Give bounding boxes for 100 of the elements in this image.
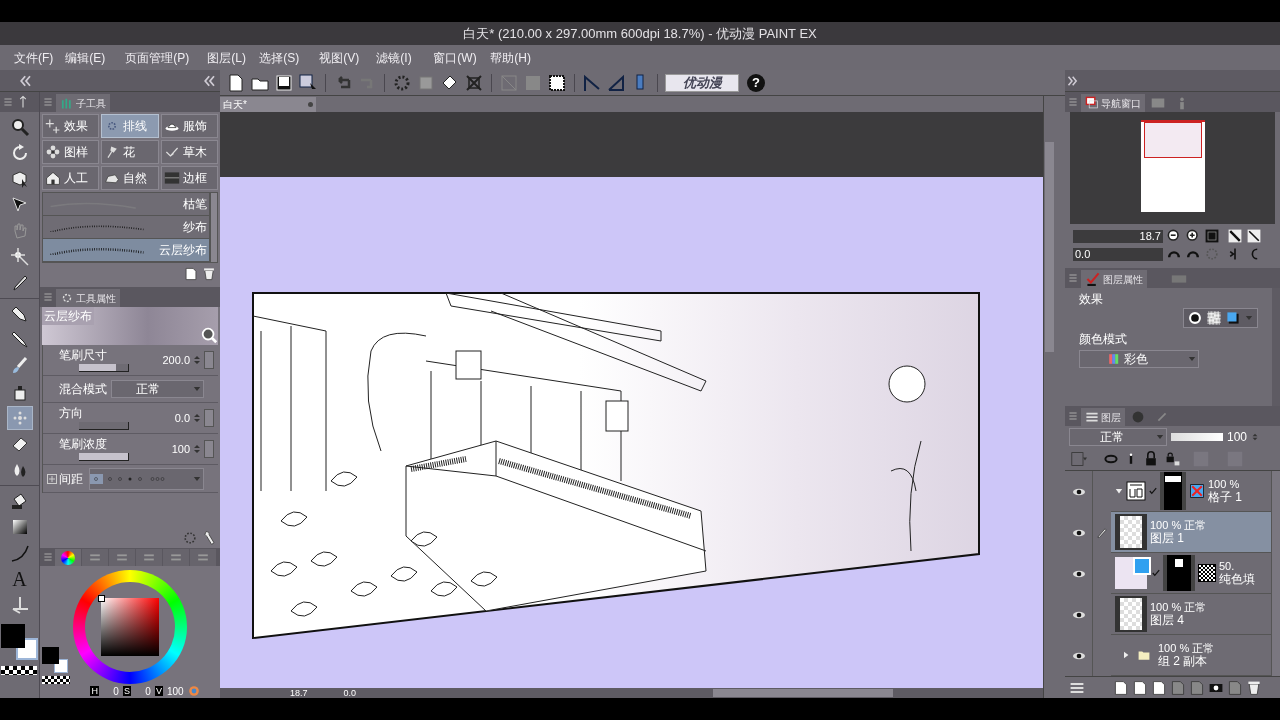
- collapse-arrow-icon[interactable]: [1115, 487, 1123, 495]
- slider[interactable]: [79, 422, 129, 430]
- lock-toggle[interactable]: [204, 351, 214, 369]
- color-ball-icon[interactable]: [187, 685, 200, 697]
- menu-item[interactable]: 编辑(E): [59, 48, 120, 67]
- eye-icon[interactable]: [1071, 651, 1086, 660]
- category-button[interactable]: 服饰: [160, 114, 218, 138]
- layer-color-icon[interactable]: [1069, 451, 1089, 467]
- category-button[interactable]: 边框: [160, 166, 218, 190]
- effect-selector[interactable]: [1183, 308, 1258, 328]
- eye-icon[interactable]: [1071, 610, 1086, 619]
- brush-list-item[interactable]: 纱布: [43, 216, 209, 239]
- menu-item[interactable]: 选择(S): [253, 48, 314, 67]
- brush-list-item[interactable]: 枯笔: [43, 193, 209, 216]
- vertical-scrollbar[interactable]: [1045, 142, 1054, 352]
- wrench-icon[interactable]: [202, 530, 218, 546]
- lock-icon[interactable]: [1143, 451, 1159, 467]
- menu-item[interactable]: 文件(F): [8, 48, 60, 67]
- layer-row[interactable]: 50. 纯色填: [1111, 553, 1271, 594]
- slider[interactable]: [79, 453, 129, 461]
- blend-mode-dropdown[interactable]: 正常: [111, 380, 204, 398]
- color-wheel-tab[interactable]: [55, 549, 81, 566]
- panel-tab[interactable]: 工具属性: [56, 289, 120, 307]
- category-button[interactable]: 人工: [42, 166, 100, 190]
- eye-icon[interactable]: [1071, 487, 1086, 496]
- fit-icon[interactable]: [1204, 228, 1220, 244]
- menu-item[interactable]: 图层(L): [201, 48, 254, 67]
- eye-icon[interactable]: [1071, 528, 1086, 537]
- menu-item[interactable]: 滤镜(I): [370, 48, 428, 67]
- lock-toggle[interactable]: [204, 409, 214, 427]
- category-button[interactable]: 图样: [42, 140, 100, 164]
- brush-list-item[interactable]: 云层纱布: [43, 239, 209, 262]
- menu-item[interactable]: 页面管理(P): [119, 48, 202, 67]
- zoom-in-icon[interactable]: [1185, 228, 1201, 244]
- panel-tab[interactable]: 导航窗口: [1081, 94, 1145, 112]
- lock-toggle[interactable]: [204, 440, 214, 458]
- panel-tab[interactable]: [136, 549, 162, 566]
- menu-item[interactable]: 帮助(H): [484, 48, 545, 67]
- expand-arrow-icon[interactable]: [1122, 651, 1130, 659]
- new-layer-icon[interactable]: [1113, 679, 1129, 696]
- panel-tab[interactable]: 图层属性: [1081, 270, 1147, 288]
- text-tool-button[interactable]: A: [6, 567, 33, 591]
- marquee-icon[interactable]: [547, 72, 567, 93]
- layer-color-icon: [1226, 311, 1240, 325]
- new-folder-icon[interactable]: [1151, 679, 1167, 696]
- panel-tab[interactable]: 子工具: [56, 94, 110, 112]
- ruler-line-icon[interactable]: [582, 72, 602, 93]
- save-icon[interactable]: [274, 72, 294, 93]
- viewport-frame[interactable]: [1143, 122, 1202, 158]
- rotation-value[interactable]: 0.0: [343, 688, 357, 698]
- menu-item[interactable]: 视图(V): [313, 48, 371, 67]
- loading-icon[interactable]: [182, 530, 198, 546]
- delete-layer-icon[interactable]: [1246, 679, 1262, 696]
- layer-row[interactable]: 100 % 正常 图层 4: [1111, 594, 1271, 635]
- property-label: 方向: [59, 406, 84, 420]
- slider[interactable]: [79, 364, 129, 372]
- color-mode-dropdown[interactable]: 彩色: [1079, 350, 1199, 368]
- category-button[interactable]: 自然: [101, 166, 159, 190]
- color-swatch-drawing[interactable]: [0, 624, 39, 676]
- help-button[interactable]: ?: [747, 73, 765, 92]
- panel-tab[interactable]: [109, 549, 135, 566]
- expand-icon[interactable]: [47, 473, 57, 484]
- panel-tab[interactable]: 图层: [1081, 408, 1125, 426]
- zoom-value[interactable]: 18.7: [290, 688, 308, 698]
- scrollbar[interactable]: [210, 192, 218, 263]
- layer-row[interactable]: 100 % 格子 1: [1111, 471, 1271, 512]
- menu-item[interactable]: 窗口(W): [427, 48, 485, 67]
- perspective-icon[interactable]: [606, 72, 626, 93]
- flip-icon[interactable]: [1246, 228, 1262, 244]
- caret-icon: [1188, 355, 1196, 363]
- lock-alpha-icon[interactable]: [1165, 451, 1181, 467]
- zoom-out-icon[interactable]: [1166, 228, 1182, 244]
- spacing-dropdown[interactable]: [89, 467, 204, 490]
- magnifier-icon[interactable]: [200, 326, 218, 344]
- blend-mode-dropdown[interactable]: 正常: [1069, 428, 1167, 446]
- document-tab[interactable]: 白天*: [220, 97, 316, 112]
- dots-tool[interactable]: [6, 406, 33, 430]
- category-button[interactable]: 草木: [160, 140, 218, 164]
- opacity-slider[interactable]: [1171, 433, 1223, 441]
- eye-icon[interactable]: [1071, 569, 1086, 578]
- new-file-icon[interactable]: [226, 72, 246, 93]
- house-icon: [45, 170, 61, 186]
- color-swatch-drawing[interactable]: [42, 647, 70, 684]
- horizontal-scrollbar[interactable]: [713, 689, 893, 697]
- trash-icon[interactable]: [202, 267, 216, 281]
- new-page-icon[interactable]: [184, 267, 198, 281]
- layer-row[interactable]: 100 % 正常 图层 1: [1111, 512, 1271, 553]
- category-button[interactable]: 排线: [101, 114, 159, 138]
- color-mode-label: 颜色模式: [1079, 331, 1128, 348]
- saturation-value-square[interactable]: [101, 598, 159, 656]
- stroke-preview-icon: [49, 245, 145, 255]
- category-button[interactable]: 花: [101, 140, 159, 164]
- panel-tab[interactable]: [163, 549, 189, 566]
- category-button[interactable]: 效果: [42, 114, 100, 138]
- vertical-scrollbar[interactable]: [1271, 471, 1280, 676]
- logo[interactable]: 优动漫: [665, 73, 739, 92]
- new-vector-layer-icon[interactable]: [1132, 679, 1148, 696]
- magnifier-icon: [9, 117, 30, 137]
- fit-width-icon[interactable]: [1227, 228, 1243, 244]
- transform-handles-icon[interactable]: [464, 72, 484, 93]
